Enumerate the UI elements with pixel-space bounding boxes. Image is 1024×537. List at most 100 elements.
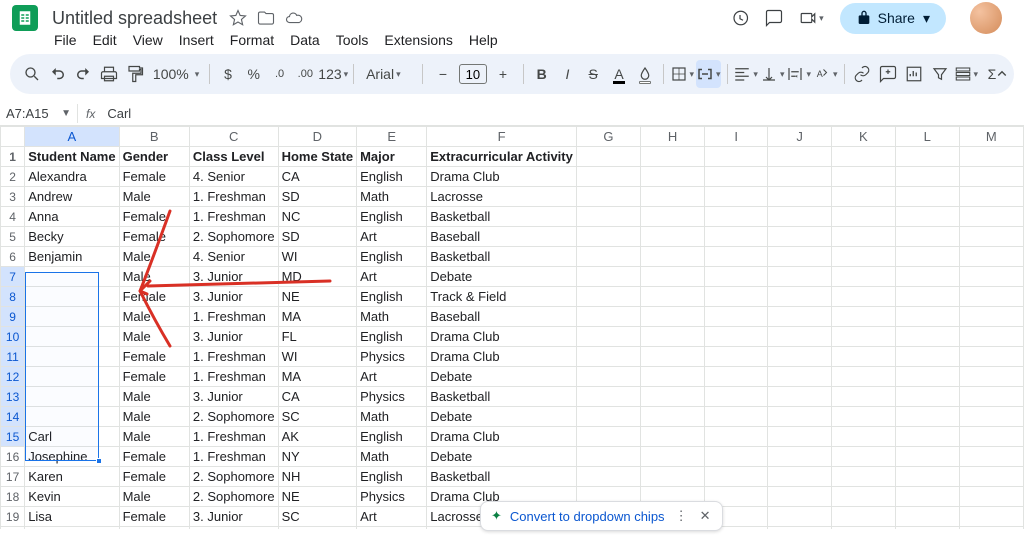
row-header-4[interactable]: 4: [1, 207, 25, 227]
font-size-input[interactable]: [459, 64, 487, 84]
cell[interactable]: [576, 267, 640, 287]
cell[interactable]: Lacrosse: [427, 187, 577, 207]
font-size-increase[interactable]: +: [489, 60, 517, 88]
cell[interactable]: [959, 427, 1023, 447]
cell[interactable]: [705, 307, 768, 327]
cell[interactable]: [576, 207, 640, 227]
cell[interactable]: [576, 407, 640, 427]
cell[interactable]: 3. Junior: [189, 287, 278, 307]
row-header-14[interactable]: 14: [1, 407, 25, 427]
toolbar-collapse-icon[interactable]: [990, 62, 1014, 86]
paint-format-icon[interactable]: [123, 60, 147, 88]
cell[interactable]: [576, 227, 640, 247]
col-header-C[interactable]: C: [189, 127, 278, 147]
menu-format[interactable]: Format: [222, 29, 282, 51]
row-header-9[interactable]: 9: [1, 307, 25, 327]
cell[interactable]: English: [357, 207, 427, 227]
filter-views-button[interactable]: [954, 60, 979, 88]
row-header-5[interactable]: 5: [1, 227, 25, 247]
cell[interactable]: [25, 307, 119, 327]
cell[interactable]: Baseball: [427, 227, 577, 247]
cell[interactable]: [831, 407, 895, 427]
cell[interactable]: [576, 467, 640, 487]
cell[interactable]: [576, 427, 640, 447]
cell[interactable]: MD: [278, 267, 357, 287]
document-title[interactable]: Untitled spreadsheet: [46, 7, 223, 30]
cell[interactable]: [895, 207, 959, 227]
cell[interactable]: [705, 247, 768, 267]
menu-view[interactable]: View: [125, 29, 171, 51]
meet-icon[interactable]: [799, 9, 824, 27]
cell[interactable]: [895, 347, 959, 367]
cell[interactable]: Art: [357, 267, 427, 287]
row-header-20[interactable]: 20: [1, 527, 25, 530]
cell[interactable]: [705, 407, 768, 427]
chip-close-icon[interactable]: ✕: [698, 508, 713, 524]
cell[interactable]: [768, 207, 832, 227]
more-formats[interactable]: 123: [319, 60, 347, 88]
cell[interactable]: Art: [357, 367, 427, 387]
cell[interactable]: Home State: [278, 147, 357, 167]
cell[interactable]: [705, 267, 768, 287]
cell[interactable]: [831, 187, 895, 207]
cell[interactable]: Kevin: [25, 487, 119, 507]
cell[interactable]: [705, 167, 768, 187]
cell[interactable]: [641, 287, 705, 307]
cell[interactable]: Track & Field: [427, 287, 577, 307]
cell[interactable]: [831, 227, 895, 247]
cell[interactable]: [768, 447, 832, 467]
cell[interactable]: [959, 487, 1023, 507]
cell[interactable]: [831, 427, 895, 447]
cell[interactable]: Male: [119, 327, 189, 347]
cell[interactable]: [576, 187, 640, 207]
cell[interactable]: [895, 407, 959, 427]
cell[interactable]: Major: [357, 147, 427, 167]
cell[interactable]: Becky: [25, 227, 119, 247]
cell[interactable]: Female: [119, 447, 189, 467]
cell[interactable]: [895, 327, 959, 347]
row-header-8[interactable]: 8: [1, 287, 25, 307]
comment-icon[interactable]: [765, 9, 783, 27]
cell[interactable]: Karen: [25, 467, 119, 487]
history-icon[interactable]: [731, 9, 749, 27]
cell[interactable]: Class Level: [189, 147, 278, 167]
cell[interactable]: [576, 347, 640, 367]
cell[interactable]: [831, 207, 895, 227]
redo-icon[interactable]: [72, 60, 96, 88]
cell[interactable]: Alexandra: [25, 167, 119, 187]
cell[interactable]: [576, 387, 640, 407]
cell[interactable]: Andrew: [25, 187, 119, 207]
cell[interactable]: [831, 487, 895, 507]
cell[interactable]: [641, 467, 705, 487]
row-header-17[interactable]: 17: [1, 467, 25, 487]
cell[interactable]: [768, 307, 832, 327]
col-header-I[interactable]: I: [705, 127, 768, 147]
col-header-M[interactable]: M: [959, 127, 1023, 147]
cell[interactable]: FL: [278, 327, 357, 347]
cell[interactable]: [895, 147, 959, 167]
cell[interactable]: [576, 167, 640, 187]
cell[interactable]: [641, 427, 705, 447]
cell[interactable]: Math: [357, 407, 427, 427]
cell[interactable]: [895, 527, 959, 530]
cell[interactable]: [959, 387, 1023, 407]
cell[interactable]: [768, 407, 832, 427]
cell[interactable]: [768, 487, 832, 507]
cell[interactable]: [959, 287, 1023, 307]
cell[interactable]: [576, 147, 640, 167]
cell[interactable]: Benjamin: [25, 247, 119, 267]
cell[interactable]: [641, 247, 705, 267]
cell[interactable]: [895, 367, 959, 387]
cell[interactable]: 3. Junior: [189, 327, 278, 347]
cell[interactable]: SD: [278, 227, 357, 247]
row-header-19[interactable]: 19: [1, 507, 25, 527]
cell[interactable]: WI: [278, 247, 357, 267]
cell[interactable]: Student Name: [25, 147, 119, 167]
cell[interactable]: Gender: [119, 147, 189, 167]
cell[interactable]: Carl: [25, 427, 119, 447]
cell[interactable]: [959, 447, 1023, 467]
cell[interactable]: [641, 207, 705, 227]
cell[interactable]: [895, 447, 959, 467]
cell[interactable]: [959, 407, 1023, 427]
cell[interactable]: Debate: [427, 407, 577, 427]
